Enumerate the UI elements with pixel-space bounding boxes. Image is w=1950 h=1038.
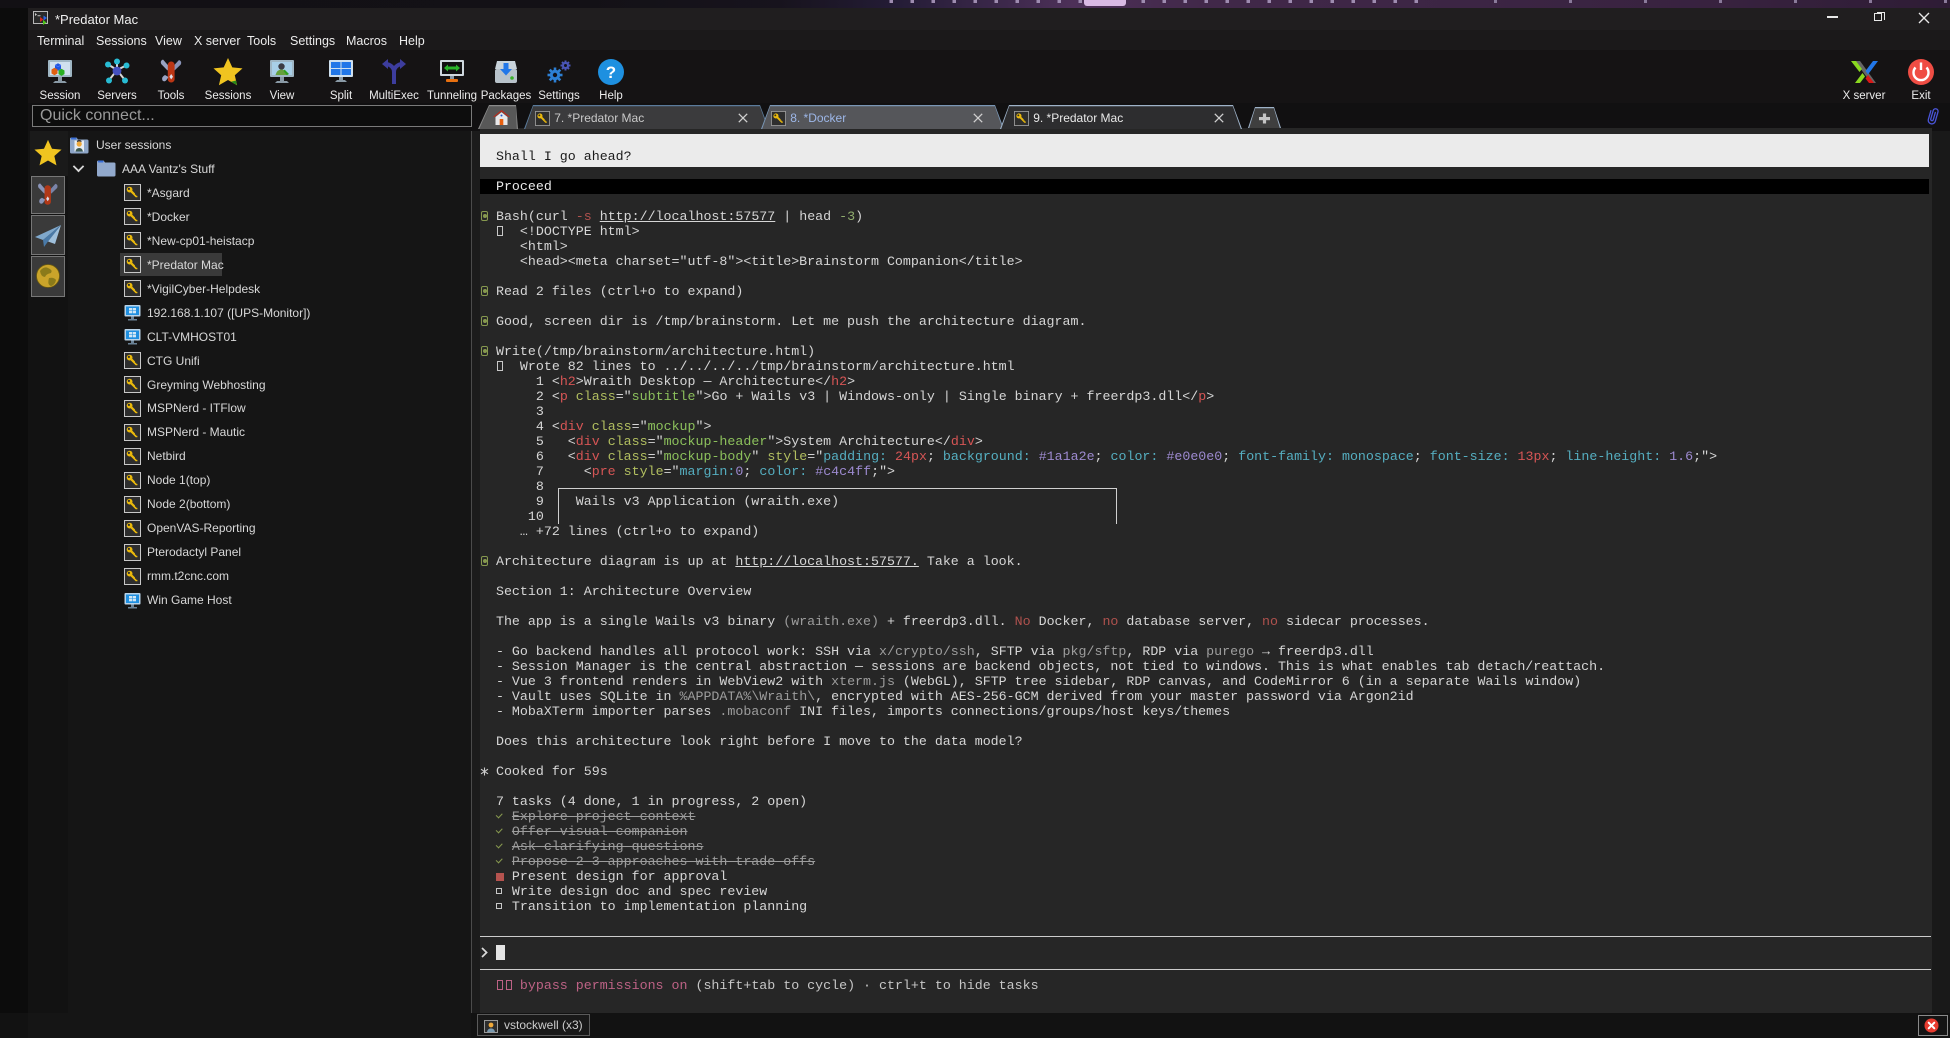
svg-text:?: ? [606, 63, 616, 82]
